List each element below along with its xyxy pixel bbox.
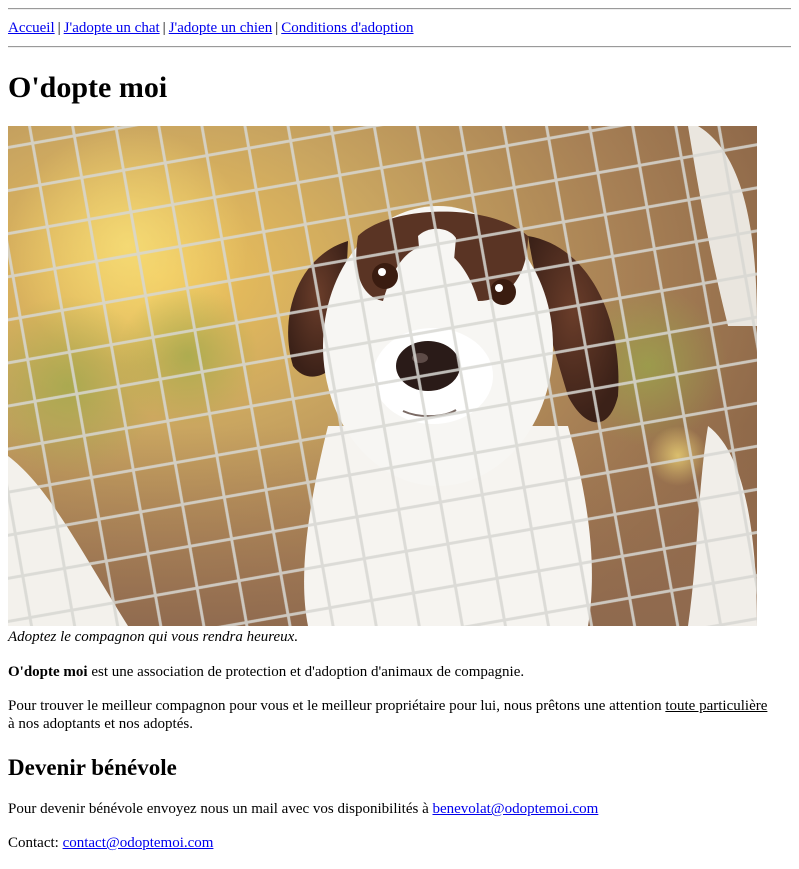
main-nav: Accueil | J'adopte un chat | J'adopte un chi… — [8, 10, 791, 46]
volunteer-heading: Devenir bénévole — [8, 755, 177, 780]
nav-link-adopte-chien[interactable]: J'adopte un chien — [169, 20, 273, 36]
contact-paragraph: Contact: contact@odoptemoi.com — [8, 834, 768, 852]
contact-email-link[interactable]: contact@odoptemoi.com — [63, 835, 214, 851]
mission-text-before: Pour trouver le meilleur compagnon pour … — [8, 698, 666, 714]
mission-emphasis: toute particulière — [665, 698, 768, 714]
intro-paragraph: O'dopte moi est une association de prote… — [8, 663, 768, 681]
bottom-rule — [8, 46, 791, 48]
page: Accueil | J'adopte un chat | J'adopte un chi… — [8, 8, 791, 851]
nav-separator: | — [275, 20, 279, 36]
page-title: O'dopte moi — [8, 71, 168, 104]
volunteer-email-link[interactable]: benevolat@odoptemoi.com — [432, 801, 598, 817]
intro-text: est une association de protection et d'a… — [87, 664, 525, 680]
figure-caption: Adoptez le compagnon qui vous rendra heu… — [8, 629, 299, 645]
volunteer-text: Pour devenir bénévole envoyez nous un ma… — [8, 801, 433, 817]
nav-separator: | — [162, 20, 166, 36]
nav-separator: | — [57, 20, 61, 36]
hero-photo — [8, 126, 757, 626]
nav-link-conditions[interactable]: Conditions d'adoption — [281, 20, 413, 36]
nav-link-adopte-chat[interactable]: J'adopte un chat — [64, 20, 160, 36]
brand-name: O'dopte moi — [8, 664, 88, 680]
hero-figure: Adoptez le compagnon qui vous rendra heu… — [8, 126, 757, 647]
volunteer-paragraph: Pour devenir bénévole envoyez nous un ma… — [8, 800, 768, 818]
nav-link-accueil[interactable]: Accueil — [8, 20, 55, 36]
mission-paragraph: Pour trouver le meilleur compagnon pour … — [8, 697, 768, 733]
mission-text-after: à nos adoptants et nos adoptés. — [8, 716, 193, 732]
contact-label: Contact: — [8, 835, 63, 851]
